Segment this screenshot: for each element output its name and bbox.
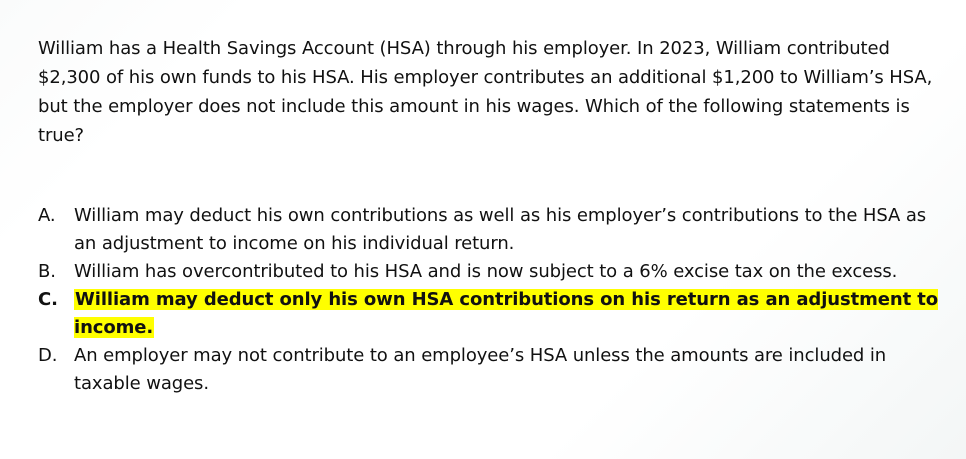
answer-d-letter: D. xyxy=(38,345,58,366)
answer-d: D. An employer may not contribute to an … xyxy=(38,342,943,398)
answer-b-text: William has overcontributed to his HSA a… xyxy=(74,261,898,282)
answer-a: A. William may deduct his own contributi… xyxy=(38,202,943,258)
answer-d-text: An employer may not contribute to an emp… xyxy=(74,345,887,394)
answer-list: A. William may deduct his own contributi… xyxy=(38,202,943,398)
answer-a-text: William may deduct his own contributions… xyxy=(74,205,927,254)
answer-c-highlight: William may deduct only his own HSA cont… xyxy=(74,289,939,338)
answer-c-text-wrapper: William may deduct only his own HSA cont… xyxy=(74,286,943,342)
answer-b-letter: B. xyxy=(38,261,56,282)
slide: William has a Health Savings Account (HS… xyxy=(0,0,966,459)
answer-c-letter: C. xyxy=(38,289,58,310)
question-text: William has a Health Savings Account (HS… xyxy=(38,38,933,146)
answer-c: C. William may deduct only his own HSA c… xyxy=(38,286,943,342)
answer-b: B. William has overcontributed to his HS… xyxy=(38,258,943,286)
answer-a-letter: A. xyxy=(38,205,56,226)
